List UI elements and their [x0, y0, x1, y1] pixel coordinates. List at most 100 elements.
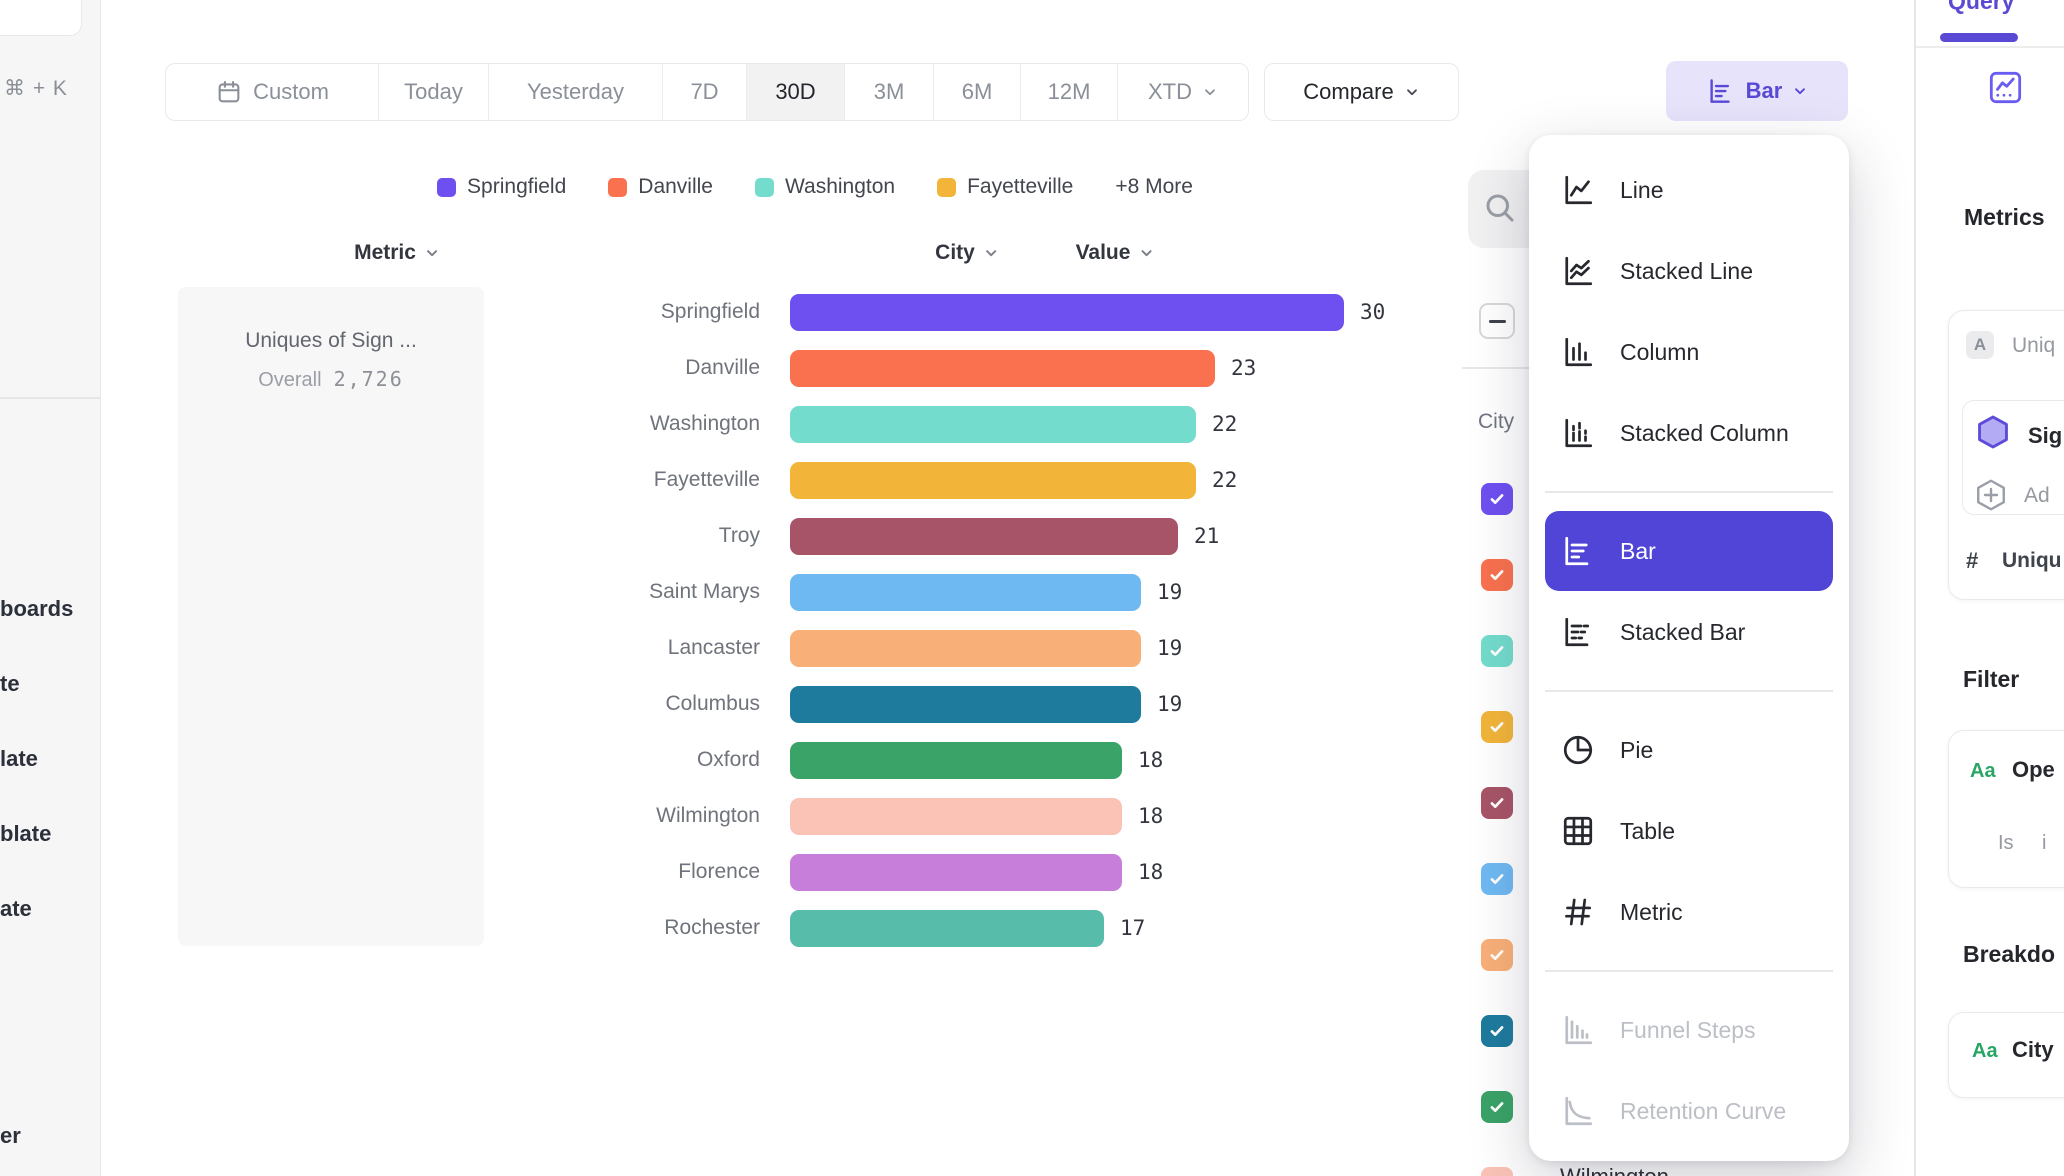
sidebar-search-card[interactable]	[0, 0, 82, 36]
city-checkbox-washington[interactable]	[1481, 635, 1513, 667]
city-checkbox-saint-marys[interactable]	[1481, 863, 1513, 895]
bar[interactable]	[790, 350, 1215, 387]
sidebar-item[interactable]: late	[0, 746, 38, 772]
line-chart-icon	[1560, 172, 1596, 208]
bar-row-label: Wilmington	[170, 804, 790, 828]
city-checkbox-lancaster[interactable]	[1481, 939, 1513, 971]
menu-item-column[interactable]: Column	[1545, 312, 1833, 392]
legend-item[interactable]: Fayetteville	[937, 175, 1073, 199]
menu-item-pie[interactable]: Pie	[1545, 710, 1833, 790]
chevron-down-icon	[1792, 83, 1808, 99]
city-column-header[interactable]: City	[935, 241, 999, 265]
bar[interactable]	[790, 574, 1141, 611]
city-checkbox-columbus[interactable]	[1481, 1015, 1513, 1047]
bar[interactable]	[790, 406, 1196, 443]
range-button-3m[interactable]: 3M	[845, 64, 934, 120]
compare-button[interactable]: Compare	[1264, 63, 1459, 121]
legend-item[interactable]: Springfield	[437, 175, 566, 199]
chart-type-menu: LineStacked LineColumnStacked Column BarS…	[1529, 135, 1849, 1161]
bar-value: 22	[1212, 412, 1237, 436]
sidebar-item[interactable]: blate	[0, 821, 51, 847]
column-chart-icon	[1560, 334, 1596, 370]
bar-row: Florence18	[170, 844, 1460, 900]
city-checkbox-wilmington[interactable]	[1481, 1167, 1513, 1176]
bar-value: 19	[1157, 636, 1182, 660]
chart-preview-icon[interactable]	[1987, 69, 2024, 106]
bar-row-label: Rochester	[170, 916, 790, 940]
sidebar-item[interactable]: te	[0, 671, 20, 697]
sidebar-divider	[0, 397, 101, 399]
bar-value: 30	[1360, 300, 1385, 324]
formula-hash: #	[1966, 548, 1978, 574]
command-k-shortcut: ⌘ + K	[4, 76, 68, 101]
bar[interactable]	[790, 686, 1141, 723]
event-hexagon-icon	[1974, 413, 2012, 451]
bar-chart-icon	[1706, 76, 1736, 106]
sidebar-item[interactable]: ate	[0, 896, 32, 922]
city-checkbox-fayetteville[interactable]	[1481, 711, 1513, 743]
menu-item-stacked-line[interactable]: Stacked Line	[1545, 231, 1833, 311]
range-button-30d[interactable]: 30D	[747, 64, 845, 120]
legend-item[interactable]: Washington	[755, 175, 895, 199]
chevron-down-icon	[1202, 84, 1218, 100]
check-icon	[1488, 1098, 1506, 1116]
chart-legend: Springfield Danville Washington Fayettevill…	[170, 170, 1460, 204]
tab-query[interactable]: Query	[1948, 0, 2014, 15]
add-event-label[interactable]: Ad	[2024, 484, 2050, 508]
bar[interactable]	[790, 630, 1141, 667]
select-all-checkbox[interactable]	[1479, 303, 1515, 339]
bar-row-label: Florence	[170, 860, 790, 884]
chart-type-button[interactable]: Bar	[1666, 61, 1848, 121]
range-button-yesterday[interactable]: Yesterday	[489, 64, 663, 120]
city-checkbox-troy[interactable]	[1481, 787, 1513, 819]
menu-divider	[1545, 970, 1833, 972]
filter-operator[interactable]: Is	[1998, 832, 2014, 855]
legend-swatch	[755, 178, 774, 197]
bar-row-label: Springfield	[170, 300, 790, 324]
check-icon	[1488, 794, 1506, 812]
legend-more[interactable]: +8 More	[1115, 175, 1193, 199]
range-button-xtd[interactable]: XTD	[1118, 64, 1248, 120]
filter-card[interactable]	[1948, 730, 2064, 888]
range-button-7d[interactable]: 7D	[663, 64, 747, 120]
menu-item-table[interactable]: Table	[1545, 791, 1833, 871]
aa-type-icon: Aa	[1970, 760, 1996, 783]
range-button-today[interactable]: Today	[379, 64, 489, 120]
bar[interactable]	[790, 910, 1104, 947]
metric-column-header[interactable]: Metric	[354, 241, 440, 265]
menu-item-line[interactable]: Line	[1545, 150, 1833, 230]
bar[interactable]	[790, 294, 1344, 331]
city-filter-label: City	[1478, 410, 1514, 434]
bar[interactable]	[790, 798, 1122, 835]
value-column-header[interactable]: Value	[1076, 241, 1155, 265]
hash-icon	[1560, 894, 1596, 930]
bar[interactable]	[790, 854, 1122, 891]
city-checkbox-oxford[interactable]	[1481, 1091, 1513, 1123]
chevron-down-icon	[424, 245, 440, 261]
filter-value[interactable]: i	[2042, 832, 2046, 855]
check-icon	[1488, 642, 1506, 660]
city-checkbox-danville[interactable]	[1481, 559, 1513, 591]
bar[interactable]	[790, 462, 1196, 499]
legend-item[interactable]: Danville	[608, 175, 713, 199]
add-event-icon[interactable]	[1973, 477, 2009, 513]
sidebar-item[interactable]: boards	[0, 596, 73, 622]
bar[interactable]	[790, 518, 1178, 555]
menu-item-metric[interactable]: Metric	[1545, 872, 1833, 952]
funnel-chart-icon	[1560, 1012, 1596, 1048]
range-button-custom[interactable]: Custom	[166, 64, 379, 120]
filter-heading: Filter	[1963, 666, 2019, 693]
bar[interactable]	[790, 742, 1122, 779]
menu-item-stacked-column[interactable]: Stacked Column	[1545, 393, 1833, 473]
sidebar-item[interactable]: er	[0, 1123, 21, 1149]
check-icon	[1488, 718, 1506, 736]
bar-value: 22	[1212, 468, 1237, 492]
range-button-12m[interactable]: 12M	[1021, 64, 1118, 120]
range-button-6m[interactable]: 6M	[934, 64, 1021, 120]
bar-row-label: Washington	[170, 412, 790, 436]
menu-item-stacked-bar[interactable]: Stacked Bar	[1545, 592, 1833, 672]
city-checkbox-springfield[interactable]	[1481, 483, 1513, 515]
breakdown-field: City	[2012, 1037, 2054, 1063]
analytics-chart-screen: ⌘ + K boards te late blate ate er CustomToday…	[0, 0, 2064, 1176]
menu-item-bar[interactable]: Bar	[1545, 511, 1833, 591]
